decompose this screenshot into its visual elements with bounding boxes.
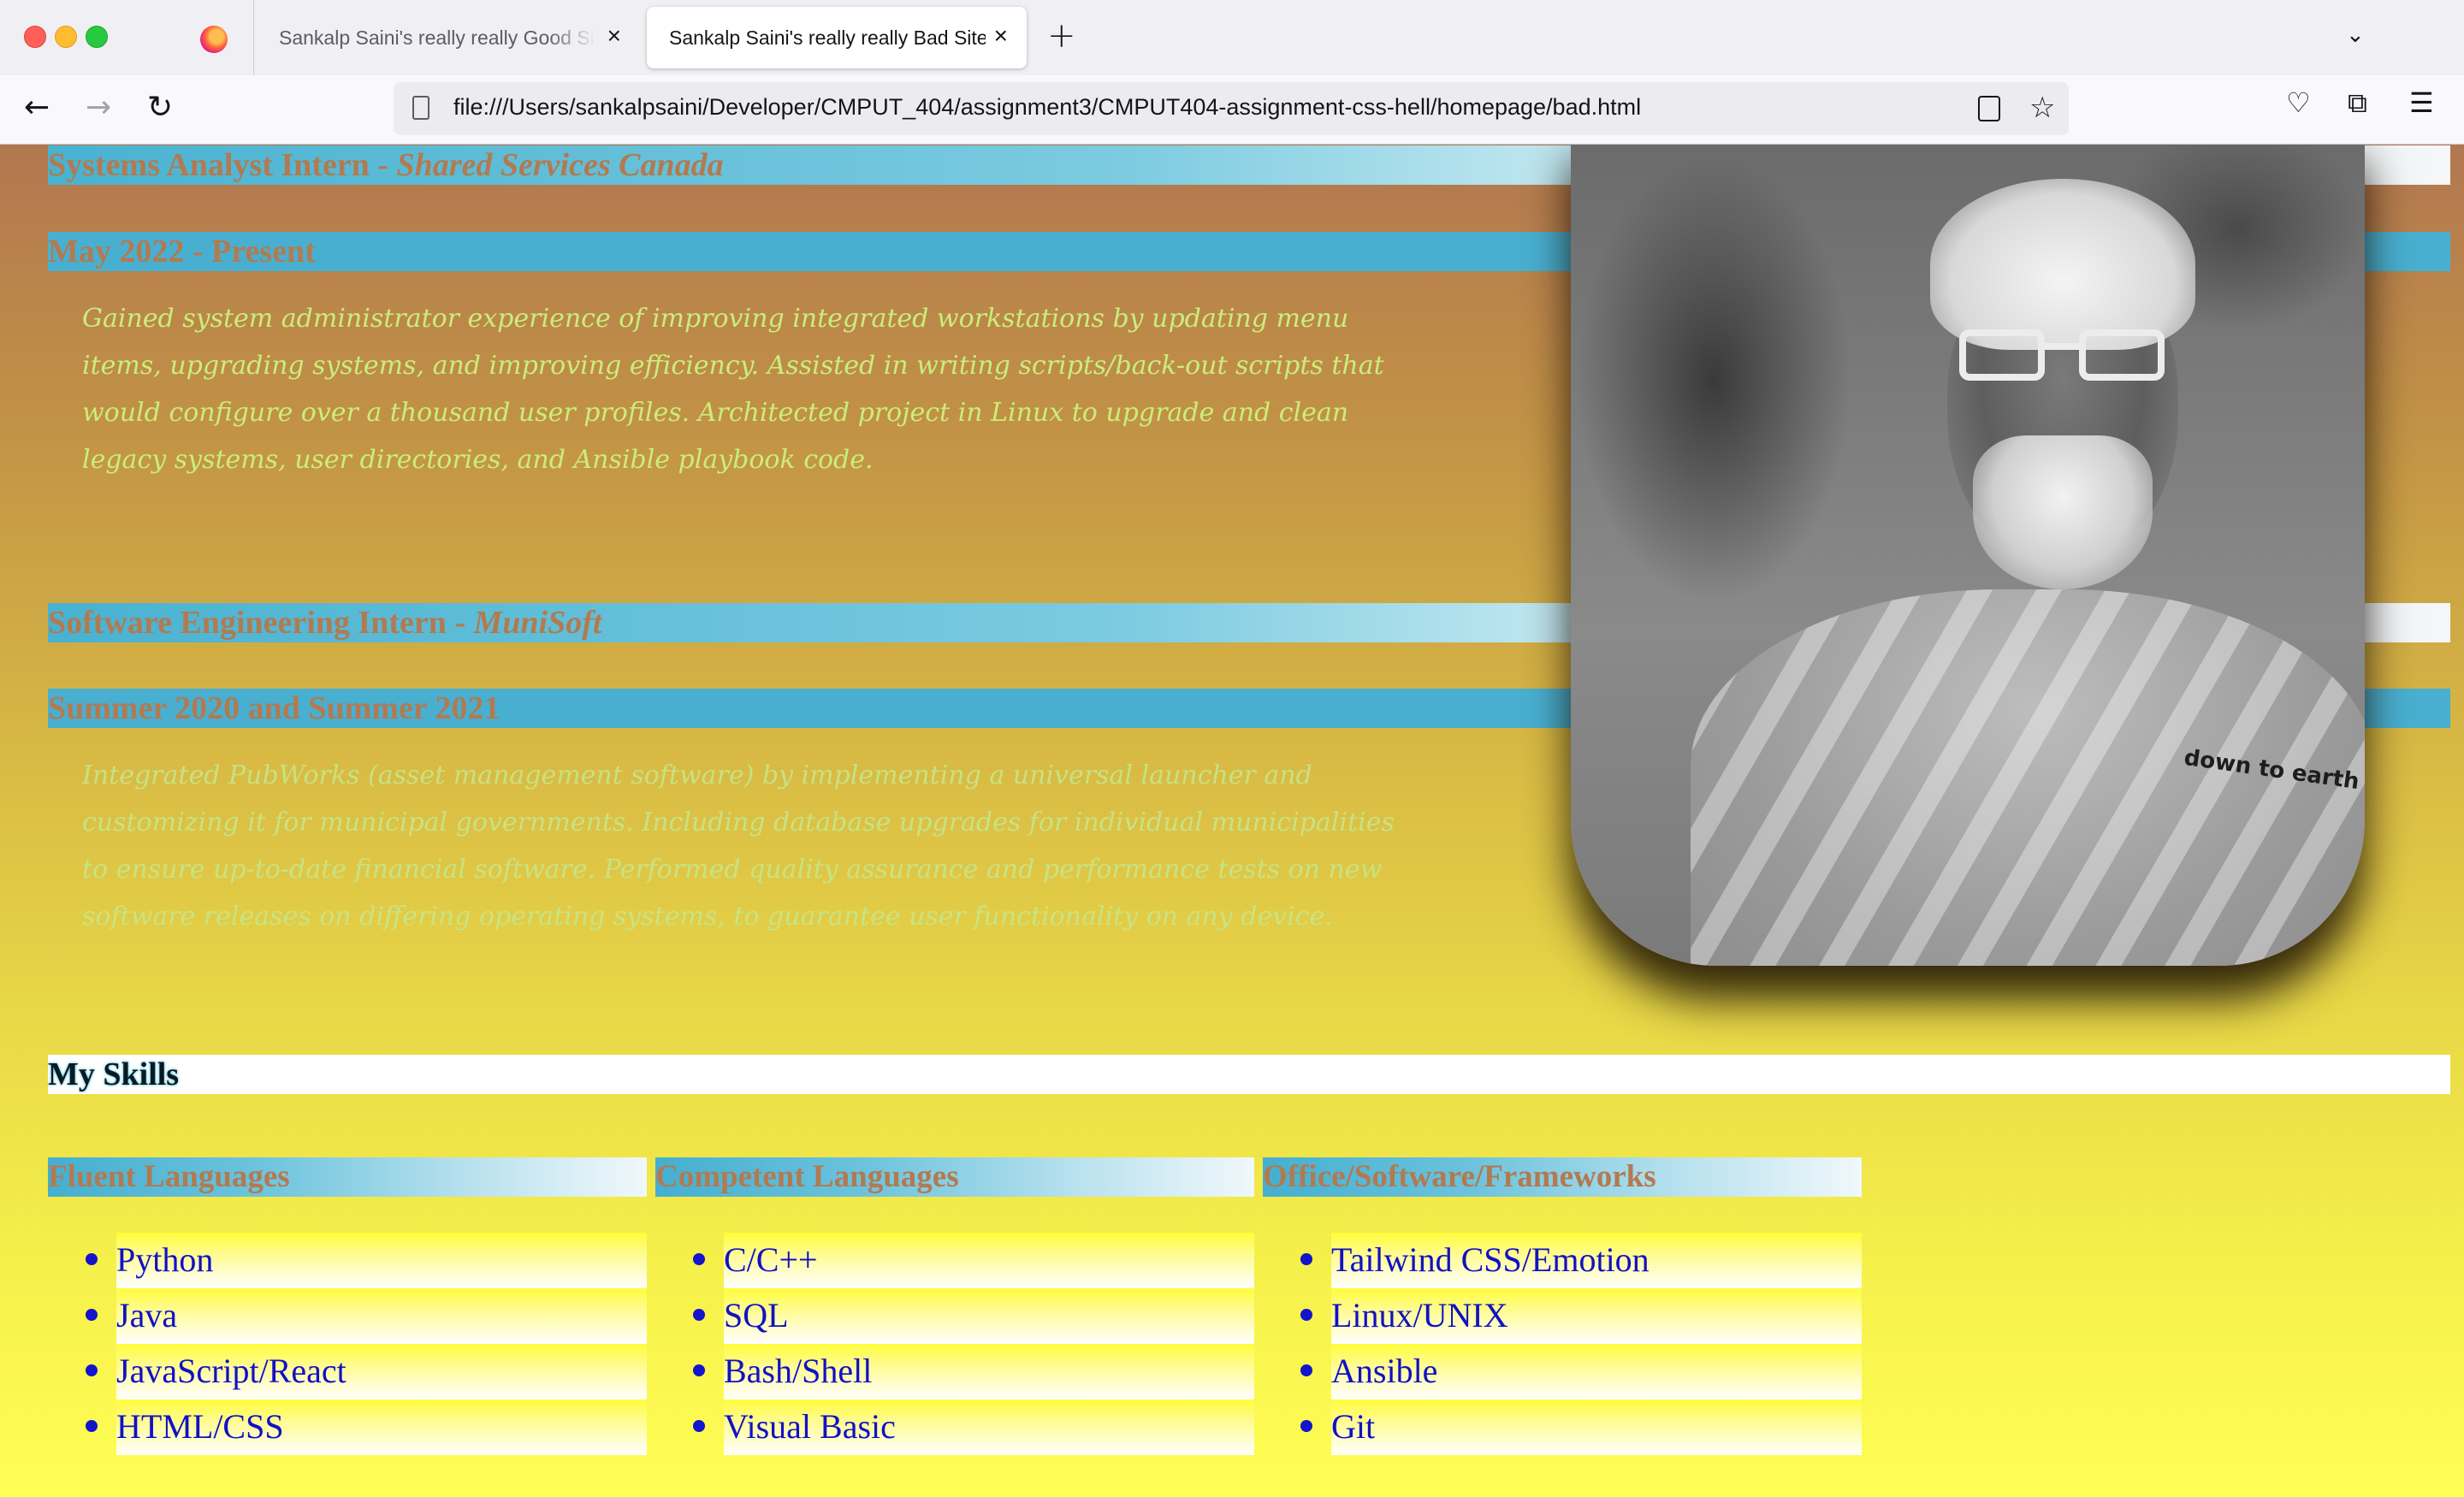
window-minimize-button[interactable] <box>55 26 77 48</box>
job-description: Gained system administrator experience o… <box>82 304 1384 475</box>
tab-good-site[interactable]: Sankalp Saini's really really Good Site … <box>257 7 640 68</box>
skill-label: C/C++ <box>724 1240 818 1279</box>
skill-label: Ansible <box>1331 1352 1438 1390</box>
browser-chrome: Sankalp Saini's really really Good Site … <box>0 0 2464 145</box>
bullet-icon <box>1300 1420 1312 1432</box>
bullet-icon <box>1300 1364 1312 1376</box>
list-item: Git <box>1263 1399 1862 1455</box>
bullet-icon <box>693 1309 705 1321</box>
profile-photo: down to earth <box>1571 145 2365 966</box>
page-icon <box>412 96 429 120</box>
tab-label: Sankalp Saini's really really Bad Site <box>669 26 986 49</box>
new-tab-icon[interactable]: + <box>1047 17 1076 55</box>
window-close-button[interactable] <box>24 26 46 48</box>
window-zoom-button[interactable] <box>86 26 108 48</box>
list-item: HTML/CSS <box>48 1399 647 1455</box>
pocket-icon[interactable]: ♡ <box>2286 86 2311 120</box>
skill-label: HTML/CSS <box>116 1407 284 1446</box>
photo-beard <box>1973 435 2153 589</box>
close-icon[interactable]: × <box>607 24 621 48</box>
glasses-icon <box>1959 329 2173 384</box>
skill-column-title: Competent Languages <box>655 1157 1254 1197</box>
list-item: Linux/UNIX <box>1263 1288 1862 1344</box>
bullet-icon <box>86 1309 98 1321</box>
menu-icon[interactable]: ☰ <box>2409 86 2434 120</box>
close-icon[interactable]: × <box>994 24 1008 48</box>
skill-column-title: Fluent Languages <box>48 1157 647 1197</box>
tab-list-icon[interactable]: ⌄ <box>2346 22 2365 48</box>
navigation-bar: ← → ↻ file:///Users/sankalpsaini/Develop… <box>0 75 2464 144</box>
firefox-icon[interactable] <box>200 26 228 53</box>
tab-divider <box>253 0 254 75</box>
skill-label: Python <box>116 1240 214 1279</box>
skill-label: Visual Basic <box>724 1407 896 1446</box>
reload-icon[interactable]: ↻ <box>147 89 173 127</box>
list-item: Tailwind CSS/Emotion <box>1263 1233 1862 1288</box>
skill-column-frameworks: Office/Software/Frameworks Tailwind CSS/… <box>1263 1157 1862 1455</box>
back-icon[interactable]: ← <box>24 89 50 127</box>
bullet-icon <box>86 1253 98 1265</box>
skill-label: SQL <box>724 1296 789 1334</box>
skill-label: Tailwind CSS/Emotion <box>1331 1240 1650 1279</box>
job-role: Software Engineering Intern - <box>48 605 474 641</box>
skill-label: Bash/Shell <box>724 1352 873 1390</box>
forward-icon[interactable]: → <box>86 89 111 127</box>
list-item: Java <box>48 1288 647 1344</box>
list-item: Visual Basic <box>655 1399 1254 1455</box>
tab-strip: Sankalp Saini's really really Good Site … <box>0 0 2464 75</box>
bullet-icon <box>1300 1309 1312 1321</box>
bullet-icon <box>1300 1253 1312 1265</box>
job-description: Integrated PubWorks (asset management so… <box>82 760 1395 932</box>
extensions-icon[interactable]: ⧉ <box>2348 86 2367 120</box>
skill-list: Tailwind CSS/Emotion Linux/UNIX Ansible … <box>1263 1233 1862 1455</box>
skill-label: Linux/UNIX <box>1331 1296 1508 1334</box>
skill-label: Git <box>1331 1407 1376 1446</box>
list-item: Python <box>48 1233 647 1288</box>
list-item: Ansible <box>1263 1344 1862 1399</box>
skill-column-fluent: Fluent Languages Python Java JavaScript/… <box>48 1157 647 1455</box>
skill-list: Python Java JavaScript/React HTML/CSS <box>48 1233 647 1455</box>
tab-bad-site[interactable]: Sankalp Saini's really really Bad Site × <box>647 7 1027 68</box>
job-role: Systems Analyst Intern - <box>48 147 397 183</box>
bullet-icon <box>693 1420 705 1432</box>
list-item: C/C++ <box>655 1233 1254 1288</box>
job-company: Shared Services Canada <box>396 147 724 183</box>
bookmark-star-icon[interactable]: ☆ <box>2029 91 2055 125</box>
bullet-icon <box>86 1364 98 1376</box>
bullet-icon <box>693 1253 705 1265</box>
list-item: Bash/Shell <box>655 1344 1254 1399</box>
bullet-icon <box>86 1420 98 1432</box>
page-viewport: Systems Analyst Intern - Shared Services… <box>0 145 2464 1497</box>
skill-column-title: Office/Software/Frameworks <box>1263 1157 1862 1197</box>
bullet-icon <box>693 1364 705 1376</box>
skill-label: JavaScript/React <box>116 1352 346 1390</box>
list-item: SQL <box>655 1288 1254 1344</box>
job-company: MuniSoft <box>473 605 602 641</box>
reader-view-icon[interactable] <box>1978 96 2000 121</box>
skill-list: C/C++ SQL Bash/Shell Visual Basic <box>655 1233 1254 1455</box>
list-item: JavaScript/React <box>48 1344 647 1399</box>
url-text[interactable]: file:///Users/sankalpsaini/Developer/CMP… <box>453 94 1641 121</box>
tab-label: Sankalp Saini's really really Good Site <box>279 26 595 49</box>
skills-heading: My Skills <box>48 1055 2450 1094</box>
skill-column-competent: Competent Languages C/C++ SQL Bash/Shell… <box>655 1157 1254 1455</box>
url-bar[interactable]: file:///Users/sankalpsaini/Developer/CMP… <box>394 82 2069 135</box>
skill-label: Java <box>116 1296 178 1334</box>
photo-hair <box>1930 179 2195 350</box>
